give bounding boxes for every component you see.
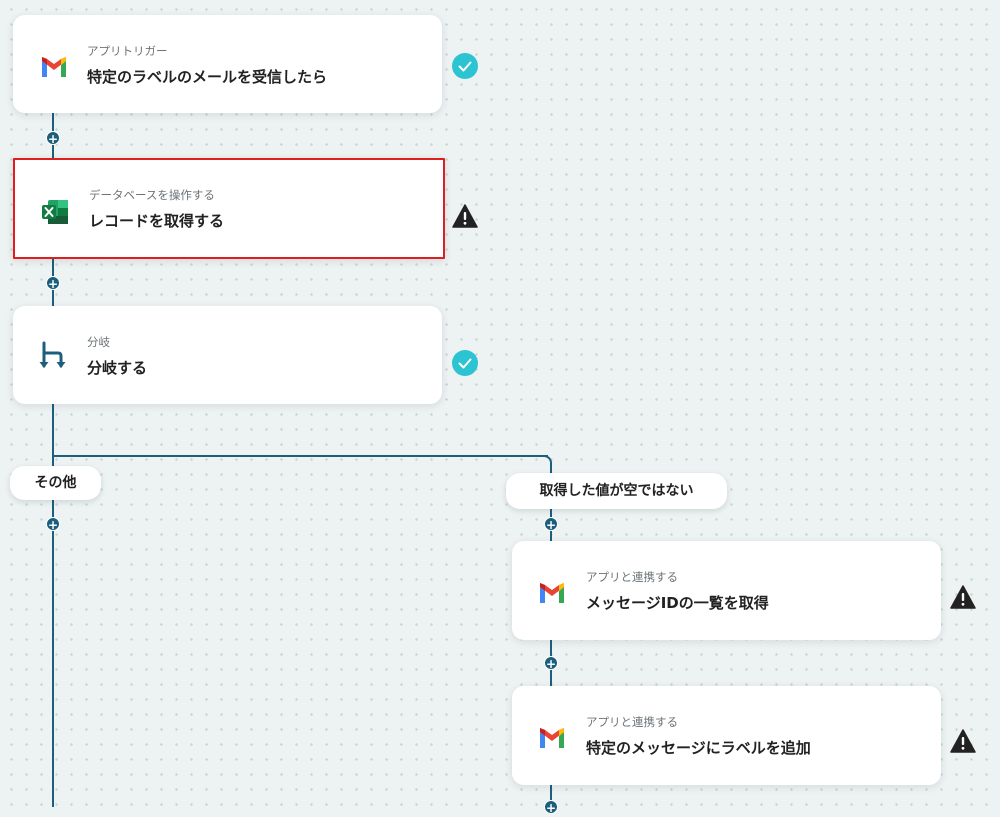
- step-card-gmail-add-label[interactable]: アプリと連携する 特定のメッセージにラベルを追加: [512, 686, 941, 785]
- check-icon: [452, 53, 478, 79]
- branch-label-condition[interactable]: 取得した値が空ではない: [506, 473, 727, 509]
- step-title: メッセージIDの一覧を取得: [586, 594, 769, 612]
- gmail-icon: [540, 728, 564, 748]
- step-card-gmail-get-message-ids[interactable]: アプリと連携する メッセージIDの一覧を取得: [512, 541, 941, 640]
- add-step-button[interactable]: +: [544, 656, 558, 671]
- add-step-button[interactable]: +: [544, 517, 558, 532]
- step-title: レコードを取得する: [89, 212, 225, 230]
- warning-icon: [452, 204, 478, 228]
- add-step-button[interactable]: +: [544, 800, 558, 815]
- step-category: アプリトリガー: [87, 44, 168, 58]
- warning-icon: [950, 729, 976, 753]
- step-category: アプリと連携する: [586, 715, 678, 729]
- connector-line: [52, 404, 54, 807]
- branch-label-other[interactable]: その他: [10, 466, 101, 500]
- gmail-icon: [42, 57, 66, 77]
- step-card-branch[interactable]: 分岐 分岐する: [13, 306, 442, 404]
- check-icon: [452, 350, 478, 376]
- warning-icon: [950, 585, 976, 609]
- step-title: 特定のラベルのメールを受信したら: [87, 68, 328, 86]
- add-step-button[interactable]: +: [46, 276, 60, 291]
- gmail-icon: [540, 583, 564, 603]
- add-step-button[interactable]: +: [46, 131, 60, 146]
- excel-icon: [42, 200, 68, 224]
- step-category: データベースを操作する: [89, 188, 215, 202]
- branch-icon: [39, 341, 66, 368]
- step-title: 特定のメッセージにラベルを追加: [586, 739, 811, 757]
- step-card-excel-get-record[interactable]: データベースを操作する レコードを取得する: [13, 158, 445, 259]
- step-title: 分岐する: [87, 359, 148, 377]
- step-category: 分岐: [87, 335, 110, 349]
- branch-connector: [52, 455, 548, 457]
- step-category: アプリと連携する: [586, 570, 678, 584]
- step-card-gmail-trigger[interactable]: アプリトリガー 特定のラベルのメールを受信したら: [13, 15, 442, 113]
- add-step-button[interactable]: +: [46, 517, 60, 532]
